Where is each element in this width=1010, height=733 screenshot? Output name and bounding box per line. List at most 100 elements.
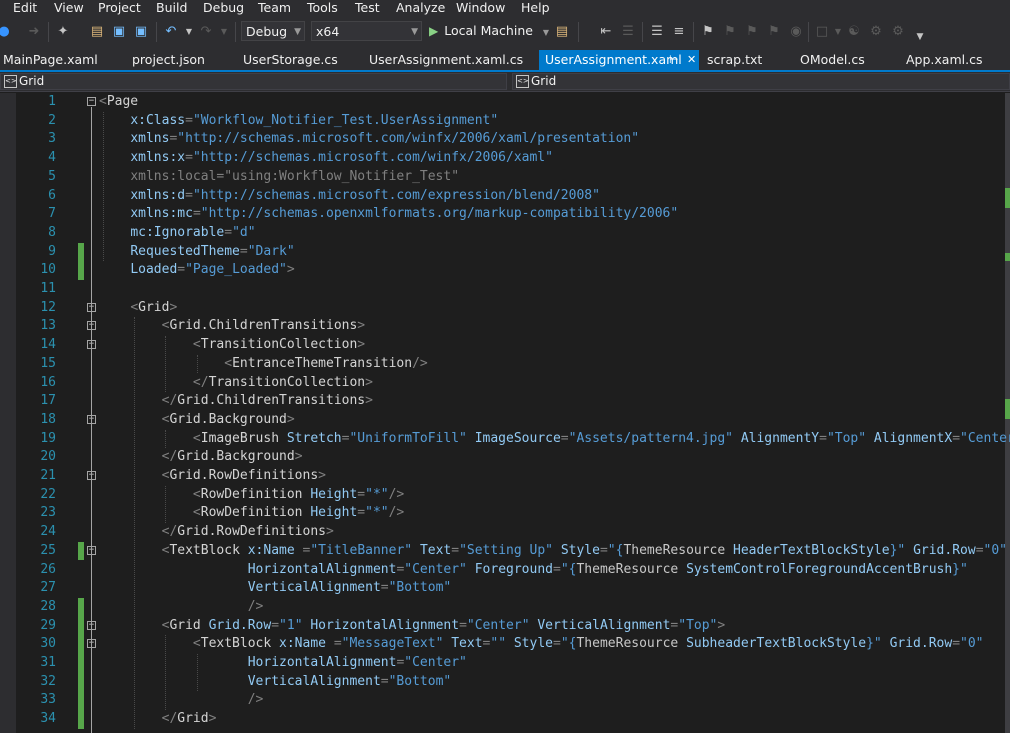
code-line[interactable]: 5 xmlns:local="using:Workflow_Notifier_T… <box>0 168 1005 187</box>
tab-project-json[interactable]: project.json <box>132 50 205 70</box>
code-token: "Bottom" <box>388 673 452 689</box>
close-icon[interactable]: ✕ <box>687 50 696 70</box>
code-line[interactable]: 28 /> <box>0 597 1005 617</box>
code-line[interactable]: 21− <Grid.RowDefinitions> <box>0 467 1005 486</box>
code-line[interactable]: 23 <RowDefinition Height="*"/> <box>0 504 1005 523</box>
menu-project[interactable]: Project <box>98 0 141 15</box>
code-line[interactable]: 15 <EntranceThemeTransition/> <box>0 355 1005 374</box>
previous-bookmark-icon[interactable]: ⚑ <box>722 24 738 40</box>
code-line[interactable]: 9 RequestedTheme="Dark" <box>0 242 1005 262</box>
code-line[interactable]: 25− <TextBlock x:Name ="TitleBanner" Tex… <box>0 541 1007 561</box>
code-line[interactable]: 33 /> <box>0 691 1005 711</box>
line-number: 33 <box>40 692 56 708</box>
code-line[interactable]: 31 HorizontalAlignment="Center" <box>0 654 1005 673</box>
tab-omodel-cs[interactable]: OModel.cs <box>800 50 865 70</box>
menu-debug[interactable]: Debug <box>203 0 244 15</box>
collapse-icon[interactable]: − <box>87 97 96 106</box>
bookmark-icon[interactable]: ⚑ <box>700 24 716 40</box>
sign-in-icon[interactable]: ☯ <box>846 24 862 40</box>
code-line[interactable]: 14− <TransitionCollection> <box>0 336 1005 355</box>
vertical-scrollbar[interactable] <box>1005 93 1010 733</box>
code-line[interactable]: 18− <Grid.Background> <box>0 411 1005 430</box>
code-line[interactable]: 4 xmlns:x="http://schemas.microsoft.com/… <box>0 149 1005 168</box>
solution-platform-select[interactable]: x64 ▼ <box>311 21 422 41</box>
code-line[interactable]: 22 <RowDefinition Height="*"/> <box>0 486 1005 505</box>
menu-view[interactable]: View <box>54 0 84 15</box>
code-line[interactable]: 16 </TransitionCollection> <box>0 374 1005 393</box>
clear-bookmarks-icon[interactable]: ⚑ <box>766 24 782 40</box>
code-line[interactable]: 29− <Grid Grid.Row="1" HorizontalAlignme… <box>0 616 1005 636</box>
comment-icon[interactable]: ☰ <box>649 24 665 40</box>
code-token: = <box>553 561 561 577</box>
code-line[interactable]: 24 </Grid.RowDefinitions> <box>0 523 1005 542</box>
code-line[interactable]: 10 Loaded="Page_Loaded"> <box>0 261 1005 280</box>
menu-team[interactable]: Team <box>258 0 291 15</box>
code-line[interactable]: 1 − <Page <box>0 93 1005 112</box>
tab-mainpage-xaml[interactable]: MainPage.xaml <box>3 50 98 70</box>
step-over-icon[interactable]: ☰ <box>620 24 636 40</box>
menu-window[interactable]: Window <box>456 0 505 15</box>
open-folder-icon[interactable]: ▤ <box>89 24 105 40</box>
step-into-icon[interactable]: ⇤ <box>598 24 614 40</box>
tab-scrap-txt[interactable]: scrap.txt <box>707 50 762 70</box>
code-token: HorizontalAlignment <box>247 655 397 670</box>
menu-build[interactable]: Build <box>156 0 187 15</box>
attach-dropdown-icon[interactable]: ▼ <box>830 24 846 40</box>
save-icon[interactable]: ▣ <box>111 24 127 40</box>
code-line[interactable]: 20 </Grid.Background> <box>0 448 1005 467</box>
next-bookmark-icon[interactable]: ⚑ <box>744 24 760 40</box>
code-line[interactable]: 34 </Grid> <box>0 710 1005 729</box>
tab-userstorage-cs[interactable]: UserStorage.cs <box>243 50 338 70</box>
menu-edit[interactable]: Edit <box>13 0 37 15</box>
code-line[interactable]: 32 VerticalAlignment="Bottom" <box>0 672 1005 692</box>
attach-icon[interactable]: □ <box>814 24 830 40</box>
code-line[interactable]: 17 </Grid.ChildrenTransitions> <box>0 392 1005 411</box>
code-editor[interactable]: 1− <Page 2 x:Class="Workflow_Notifier_Test… <box>0 93 1010 733</box>
code-token: mc:Ignorable <box>130 224 225 240</box>
overflow-chevron-icon[interactable]: ▼ <box>912 29 928 45</box>
code-token: xmlns <box>130 131 170 147</box>
find-in-files-icon[interactable]: ▤ <box>554 24 570 40</box>
code-line[interactable]: 26 HorizontalAlignment = "Center" Foregrou… <box>0 561 1005 580</box>
code-line[interactable]: 12− <Grid> <box>0 299 1005 318</box>
back-icon[interactable]: ● <box>0 24 12 40</box>
code-line[interactable]: 6 xmlns:d="http://schemas.microsoft.com/… <box>0 187 1005 206</box>
pin-icon[interactable]: ⊢ <box>669 50 679 70</box>
code-token: xmlns:local="using:Workflow_Notifier_Tes… <box>130 168 460 184</box>
tab-app-xaml-cs[interactable]: App.xaml.cs <box>906 50 982 70</box>
menu-help[interactable]: Help <box>521 0 550 15</box>
code-line[interactable]: 13− <Grid.ChildrenTransitions> <box>0 317 1005 336</box>
code-line[interactable]: 7 xmlns:mc="http://schemas.openxmlformat… <box>0 205 1005 224</box>
code-line[interactable]: 19 <ImageBrush Stretch = "UniformToFill" I… <box>0 430 1010 449</box>
menu-tools[interactable]: Tools <box>307 0 338 15</box>
extensions-icon[interactable]: ⚙ <box>890 24 906 40</box>
code-token: "Page_Loaded" <box>185 262 287 278</box>
undo-dropdown-icon[interactable]: ▼ <box>181 24 197 40</box>
tab-userassignment-xaml[interactable]: UserAssignment.xaml ⊢ ✕ <box>539 50 699 70</box>
element-navigator-left[interactable]: <> Grid <box>0 73 507 90</box>
code-line[interactable]: 27 VerticalAlignment="Bottom" <box>0 579 1005 598</box>
new-project-icon[interactable]: ✦ <box>55 24 71 40</box>
save-all-icon[interactable]: ▣ <box>133 24 149 40</box>
menu-analyze[interactable]: Analyze <box>396 0 445 15</box>
menu-bar: Edit View Project Build Debug Team Tools… <box>0 0 1010 15</box>
undo-icon[interactable]: ↶ <box>163 24 179 40</box>
forward-icon[interactable]: ➜ <box>26 24 42 40</box>
redo-dropdown-icon[interactable]: ▼ <box>216 24 232 40</box>
settings-icon[interactable]: ⚙ <box>868 24 884 40</box>
code-line[interactable]: 8 mc:Ignorable="d" <box>0 224 1005 243</box>
code-line[interactable]: 2 x:Class="Workflow_Notifier_Test.UserAs… <box>0 112 1005 131</box>
redo-icon[interactable]: ↷ <box>198 24 214 40</box>
element-navigator-right[interactable]: <> Grid <box>512 73 1010 90</box>
uncomment-icon[interactable]: ≡ <box>671 24 687 40</box>
solution-configuration-select[interactable]: Debug ▼ <box>241 21 305 41</box>
code-line[interactable]: 11 <box>0 280 1005 299</box>
code-line[interactable]: 30− <TextBlock x:Name ="MessageText" Tex… <box>0 635 1005 654</box>
code-line[interactable]: 3 xmlns="http://schemas.microsoft.com/wi… <box>0 130 1005 149</box>
menu-test[interactable]: Test <box>355 0 380 15</box>
start-debugging-button[interactable]: ▶ Local Machine ▼ <box>429 21 549 41</box>
tab-userassignment-xaml-cs[interactable]: UserAssignment.xaml.cs <box>369 50 523 70</box>
breakpoint-icon[interactable]: ◉ <box>788 24 804 40</box>
